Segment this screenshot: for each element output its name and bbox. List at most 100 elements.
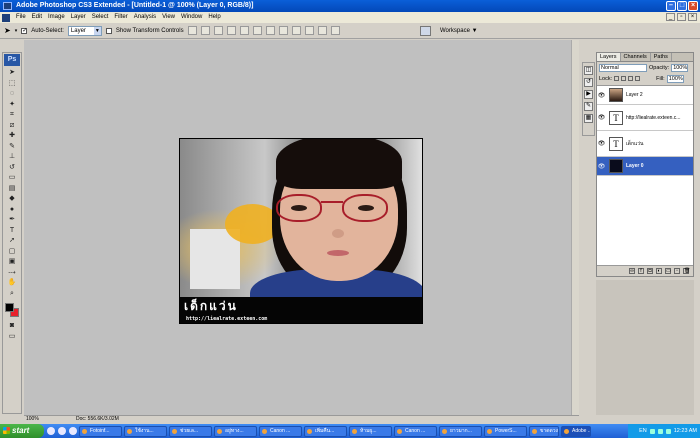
align-left-button[interactable] xyxy=(226,26,236,35)
menu-analysis[interactable]: Analysis xyxy=(131,12,159,23)
color-swatches[interactable] xyxy=(4,302,20,318)
task-button[interactable]: ห้ามผู... xyxy=(349,425,392,437)
fill-input[interactable]: 100% xyxy=(666,74,684,83)
brushes-icon[interactable]: ▦ xyxy=(584,114,593,123)
layer-row-url-text[interactable]: 👁 T http://liealrate.exteen.c... xyxy=(597,105,693,131)
doc-minimize-button[interactable]: _ xyxy=(666,13,675,21)
workspace-button[interactable]: Workspace ▼ xyxy=(437,26,481,36)
lock-transparency-icon[interactable] xyxy=(614,76,620,81)
task-button[interactable]: Canon ... xyxy=(394,425,437,437)
crop-tool-icon[interactable]: ⌗ xyxy=(4,110,20,121)
maximize-button[interactable]: □ xyxy=(677,1,687,11)
distribute-left-button[interactable] xyxy=(304,26,314,35)
vertical-scrollbar[interactable] xyxy=(571,40,579,415)
navigator-icon[interactable]: ◫ xyxy=(584,66,593,75)
foreground-color-swatch[interactable] xyxy=(5,303,14,312)
doc-restore-button[interactable]: ▫ xyxy=(677,13,686,21)
task-button[interactable]: อยู่ทาง... xyxy=(214,425,257,437)
blur-tool-icon[interactable]: ◆ xyxy=(4,194,20,205)
document-icon[interactable] xyxy=(2,13,10,22)
align-bottom-button[interactable] xyxy=(213,26,223,35)
distribute-bottom-button[interactable] xyxy=(291,26,301,35)
healing-brush-tool-icon[interactable]: ✚ xyxy=(4,131,20,142)
lock-all-icon[interactable] xyxy=(635,76,641,81)
eye-icon[interactable]: 👁 xyxy=(597,163,606,170)
task-button[interactable]: ขาดดวง... xyxy=(529,425,559,437)
quicklaunch-desktop-icon[interactable] xyxy=(58,427,66,435)
tab-layers[interactable]: Layers xyxy=(597,53,621,61)
adjustment-layer-icon[interactable]: ◐ xyxy=(656,268,662,274)
notes-tool-icon[interactable]: ▣ xyxy=(4,257,20,268)
menu-window[interactable]: Window xyxy=(178,12,205,23)
menu-filter[interactable]: Filter xyxy=(111,12,130,23)
quicklaunch-ie-icon[interactable] xyxy=(47,427,55,435)
align-middle-button[interactable] xyxy=(200,26,210,35)
task-button[interactable]: Fotoinf... xyxy=(79,425,122,437)
distribute-top-button[interactable] xyxy=(265,26,275,35)
path-selection-tool-icon[interactable]: ➚ xyxy=(4,236,20,247)
menu-edit[interactable]: Edit xyxy=(29,12,45,23)
screen-mode-icon[interactable]: ▭ xyxy=(4,332,20,343)
menu-file[interactable]: File xyxy=(13,12,29,23)
history-brush-tool-icon[interactable]: ↺ xyxy=(4,163,20,174)
actions-icon[interactable]: ▶ xyxy=(584,90,593,99)
brush-tool-icon[interactable]: ✎ xyxy=(4,142,20,153)
marquee-tool-icon[interactable]: ⬚ xyxy=(4,79,20,90)
opacity-input[interactable]: 100% xyxy=(671,63,689,72)
blend-mode-dropdown[interactable]: Normal xyxy=(599,63,647,72)
hand-tool-icon[interactable]: ✋ xyxy=(4,278,20,289)
task-button[interactable]: เพิ่มคืน... xyxy=(304,425,347,437)
eraser-tool-icon[interactable]: ▭ xyxy=(4,173,20,184)
volume-icon[interactable] xyxy=(657,428,663,434)
tab-paths[interactable]: Paths xyxy=(651,53,672,61)
language-indicator[interactable]: EN xyxy=(639,428,647,434)
gradient-tool-icon[interactable]: ▤ xyxy=(4,184,20,195)
lasso-tool-icon[interactable]: ◌ xyxy=(4,89,20,100)
lock-position-icon[interactable] xyxy=(628,76,634,81)
minimize-button[interactable]: – xyxy=(666,1,676,11)
ps-logo[interactable]: Ps xyxy=(4,54,20,66)
tool-presets-icon[interactable]: ✎ xyxy=(584,102,593,111)
shape-tool-icon[interactable]: ▢ xyxy=(4,247,20,258)
tab-channels[interactable]: Channels xyxy=(621,53,651,61)
task-button[interactable]: Canon ... xyxy=(259,425,302,437)
distribute-middle-button[interactable] xyxy=(278,26,288,35)
eye-icon[interactable]: 👁 xyxy=(597,92,606,99)
task-button[interactable]: ช่วยเล... xyxy=(169,425,212,437)
auto-select-dropdown[interactable]: Layer ▼ xyxy=(67,25,102,36)
clone-stamp-tool-icon[interactable]: ⊥ xyxy=(4,152,20,163)
quick-mask-icon[interactable]: ◙ xyxy=(4,321,20,332)
trash-icon[interactable]: 🗑 xyxy=(683,268,690,274)
dodge-tool-icon[interactable]: ● xyxy=(4,205,20,216)
bridge-icon[interactable] xyxy=(420,26,431,36)
move-tool-icon[interactable]: ➤ xyxy=(4,68,20,79)
layer-mask-icon[interactable]: ◘ xyxy=(647,268,653,274)
slice-tool-icon[interactable]: ⧄ xyxy=(4,121,20,132)
menu-view[interactable]: View xyxy=(159,12,178,23)
show-transform-controls-checkbox[interactable] xyxy=(105,27,112,34)
layer-row-layer-0[interactable]: 👁 Layer 0 xyxy=(597,157,693,176)
task-button[interactable]: ยาวมาก... xyxy=(439,425,482,437)
antivirus-icon[interactable] xyxy=(665,428,671,434)
menu-help[interactable]: Help xyxy=(205,12,223,23)
network-icon[interactable] xyxy=(649,428,655,434)
link-layers-icon[interactable]: ∞ xyxy=(629,268,635,274)
menu-layer[interactable]: Layer xyxy=(68,12,89,23)
document-work-area[interactable]: เด็กแว่น http://liealrate.exteen.com xyxy=(24,40,579,415)
auto-select-checkbox[interactable] xyxy=(21,27,28,34)
new-layer-icon[interactable]: ▫ xyxy=(674,268,680,274)
eyedropper-tool-icon[interactable]: ⤏ xyxy=(4,268,20,279)
zoom-level[interactable]: 100% xyxy=(26,416,39,423)
align-top-button[interactable] xyxy=(187,26,197,35)
history-icon[interactable]: ↺ xyxy=(584,78,593,87)
task-button-photoshop[interactable]: Adobe ... xyxy=(561,425,591,437)
distribute-center-button[interactable] xyxy=(317,26,327,35)
task-button[interactable]: ใช้งาน... xyxy=(124,425,167,437)
layer-style-icon[interactable]: f xyxy=(638,268,644,274)
type-tool-icon[interactable]: T xyxy=(4,226,20,237)
align-right-button[interactable] xyxy=(252,26,262,35)
layer-row-thai-text[interactable]: 👁 T เด็กแว่น xyxy=(597,131,693,157)
document-canvas[interactable]: เด็กแว่น http://liealrate.exteen.com xyxy=(179,138,423,324)
lock-pixels-icon[interactable] xyxy=(621,76,627,81)
move-tool-icon[interactable]: ➤ xyxy=(4,26,11,35)
